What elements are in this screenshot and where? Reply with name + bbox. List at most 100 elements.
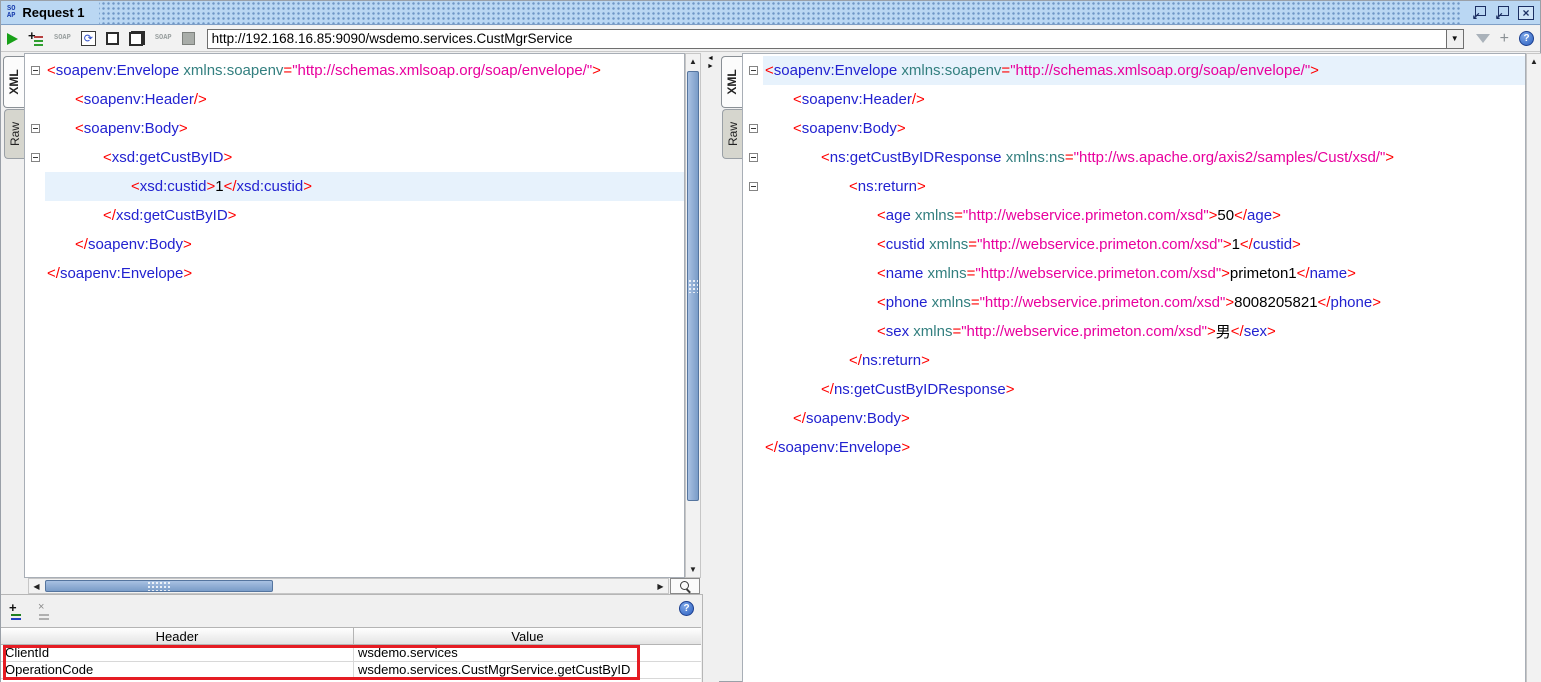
- fold-toggle[interactable]: [25, 56, 45, 85]
- xml-line-text[interactable]: <soapenv:Header/>: [763, 85, 1525, 114]
- xml-line-text[interactable]: <age xmlns="http://webservice.primeton.c…: [763, 201, 1525, 230]
- editor-zoom-button[interactable]: [670, 578, 700, 594]
- xml-line[interactable]: </soapenv:Body>: [25, 230, 684, 259]
- collapse-minus-icon[interactable]: [31, 66, 40, 75]
- xml-line[interactable]: <phone xmlns="http://webservice.primeton…: [743, 288, 1525, 317]
- fold-toggle[interactable]: [25, 114, 45, 143]
- add-to-testcase-button[interactable]: +: [28, 31, 44, 46]
- xml-line-text[interactable]: <phone xmlns="http://webservice.primeton…: [763, 288, 1525, 317]
- xml-line-text[interactable]: <soapenv:Body>: [763, 114, 1525, 143]
- panel-splitter[interactable]: ◄ ►: [703, 52, 719, 682]
- response-vertical-scrollbar[interactable]: ▲: [1526, 53, 1541, 682]
- tab-request-raw[interactable]: Raw: [4, 109, 25, 159]
- xml-line[interactable]: <ns:return>: [743, 172, 1525, 201]
- collapse-minus-icon[interactable]: [749, 182, 758, 191]
- cancel-request-button[interactable]: [182, 32, 195, 45]
- scroll-right-icon[interactable]: ▶: [653, 579, 668, 593]
- xml-line-text[interactable]: </soapenv:Body>: [45, 230, 684, 259]
- xml-line[interactable]: </soapenv:Body>: [743, 404, 1525, 433]
- header-cell[interactable]: OperationCode: [1, 662, 354, 678]
- endpoint-dropdown-arrow[interactable]: [1446, 30, 1463, 48]
- request-xml-editor[interactable]: <soapenv:Envelope xmlns:soapenv="http://…: [24, 53, 685, 578]
- xml-line[interactable]: <soapenv:Body>: [25, 114, 684, 143]
- tab-response-xml[interactable]: XML: [721, 56, 742, 108]
- tab-request-xml[interactable]: XML: [3, 56, 24, 108]
- table-row[interactable]: OperationCodewsdemo.services.CustMgrServ…: [1, 662, 701, 679]
- xml-line-text[interactable]: <soapenv:Envelope xmlns:soapenv="http://…: [45, 56, 684, 85]
- response-xml-editor[interactable]: <soapenv:Envelope xmlns:soapenv="http://…: [742, 53, 1526, 682]
- fold-toggle[interactable]: [743, 143, 763, 172]
- xml-line-text[interactable]: </soapenv:Envelope>: [45, 259, 684, 288]
- xml-line-text[interactable]: <xsd:getCustByID>: [45, 143, 684, 172]
- xml-line[interactable]: </soapenv:Envelope>: [743, 433, 1525, 462]
- xml-line-text[interactable]: <ns:getCustByIDResponse xmlns:ns="http:/…: [763, 143, 1525, 172]
- xml-line-text[interactable]: </soapenv:Envelope>: [763, 433, 1525, 462]
- scroll-down-icon[interactable]: ▼: [686, 562, 700, 577]
- xml-line[interactable]: </ns:return>: [743, 346, 1525, 375]
- xml-line[interactable]: </ns:getCustByIDResponse>: [743, 375, 1525, 404]
- endpoint-url-input[interactable]: http://192.168.16.85:9090/wsdemo.service…: [208, 30, 1446, 48]
- xml-line[interactable]: <soapenv:Body>: [743, 114, 1525, 143]
- recreate-request-button[interactable]: [81, 31, 96, 46]
- xml-line[interactable]: <soapenv:Header/>: [743, 85, 1525, 114]
- fold-toggle[interactable]: [743, 56, 763, 85]
- scroll-up-icon[interactable]: ▲: [1527, 54, 1541, 69]
- xml-line-text[interactable]: <ns:return>: [763, 172, 1525, 201]
- request-hscroll-thumb[interactable]: [45, 580, 273, 592]
- clone-request-button[interactable]: [129, 31, 145, 46]
- value-cell[interactable]: wsdemo.services: [354, 645, 701, 661]
- collapse-minus-icon[interactable]: [749, 124, 758, 133]
- xml-line-text[interactable]: <soapenv:Envelope xmlns:soapenv="http://…: [763, 56, 1525, 85]
- soap-action-icon[interactable]: SOAP: [54, 35, 71, 42]
- request-vscroll-thumb[interactable]: [687, 71, 699, 501]
- xml-line[interactable]: <soapenv:Header/>: [25, 85, 684, 114]
- fold-toggle[interactable]: [743, 172, 763, 201]
- xml-line-text[interactable]: </soapenv:Body>: [763, 404, 1525, 433]
- xml-line[interactable]: <custid xmlns="http://webservice.primeto…: [743, 230, 1525, 259]
- xml-line[interactable]: <sex xmlns="http://webservice.primeton.c…: [743, 317, 1525, 346]
- collapse-minus-icon[interactable]: [31, 153, 40, 162]
- value-cell[interactable]: wsdemo.services.CustMgrService.getCustBy…: [354, 662, 701, 678]
- xml-line[interactable]: <soapenv:Envelope xmlns:soapenv="http://…: [25, 56, 684, 85]
- column-value[interactable]: Value: [354, 628, 701, 644]
- scroll-up-icon[interactable]: ▲: [686, 54, 700, 69]
- xml-line[interactable]: <ns:getCustByIDResponse xmlns:ns="http:/…: [743, 143, 1525, 172]
- xml-line[interactable]: <xsd:getCustByID>: [25, 143, 684, 172]
- table-row[interactable]: ClientIdwsdemo.services: [1, 645, 701, 662]
- xml-line-text[interactable]: </ns:getCustByIDResponse>: [763, 375, 1525, 404]
- xml-line[interactable]: <soapenv:Envelope xmlns:soapenv="http://…: [743, 56, 1525, 85]
- xml-line-text[interactable]: </xsd:getCustByID>: [45, 201, 684, 230]
- request-vertical-scrollbar[interactable]: ▲ ▼: [685, 53, 701, 578]
- xml-line[interactable]: </soapenv:Envelope>: [25, 259, 684, 288]
- request-horizontal-scrollbar[interactable]: ◀ ▶: [28, 578, 669, 594]
- endpoint-url-combo[interactable]: http://192.168.16.85:9090/wsdemo.service…: [207, 29, 1464, 49]
- xml-line-text[interactable]: <soapenv:Header/>: [45, 85, 684, 114]
- soap-version-icon[interactable]: SOAP: [155, 35, 172, 42]
- title-bar[interactable]: SO AP Request 1: [1, 1, 1540, 25]
- remove-header-button[interactable]: ×: [37, 604, 53, 620]
- xml-line-text[interactable]: </ns:return>: [763, 346, 1525, 375]
- headers-table-head[interactable]: Header Value: [1, 627, 701, 645]
- fold-toggle[interactable]: [743, 114, 763, 143]
- collapse-left-icon[interactable]: ◄: [707, 55, 714, 62]
- xml-line-text[interactable]: <sex xmlns="http://webservice.primeton.c…: [763, 317, 1525, 346]
- submit-request-button[interactable]: [7, 33, 18, 45]
- column-header[interactable]: Header: [1, 628, 354, 644]
- add-endpoint-button[interactable]: +: [1500, 32, 1509, 46]
- filter-button[interactable]: [1476, 34, 1490, 43]
- xml-line-text[interactable]: <xsd:custid>1</xsd:custid>: [45, 172, 684, 201]
- xml-line[interactable]: <xsd:custid>1</xsd:custid>: [25, 172, 684, 201]
- xml-line[interactable]: </xsd:getCustByID>: [25, 201, 684, 230]
- collapse-right-icon[interactable]: ►: [707, 63, 714, 70]
- xml-line[interactable]: <name xmlns="http://webservice.primeton.…: [743, 259, 1525, 288]
- close-icon[interactable]: [1518, 6, 1534, 20]
- xml-line-text[interactable]: <soapenv:Body>: [45, 114, 684, 143]
- xml-line-text[interactable]: <name xmlns="http://webservice.primeton.…: [763, 259, 1525, 288]
- collapse-minus-icon[interactable]: [749, 153, 758, 162]
- scroll-left-icon[interactable]: ◀: [29, 579, 44, 593]
- unmaximize-window-icon[interactable]: [1472, 6, 1487, 19]
- tab-response-raw[interactable]: Raw: [722, 109, 743, 159]
- help-icon[interactable]: [1519, 31, 1534, 46]
- headers-help-icon[interactable]: [679, 601, 694, 616]
- collapse-minus-icon[interactable]: [749, 66, 758, 75]
